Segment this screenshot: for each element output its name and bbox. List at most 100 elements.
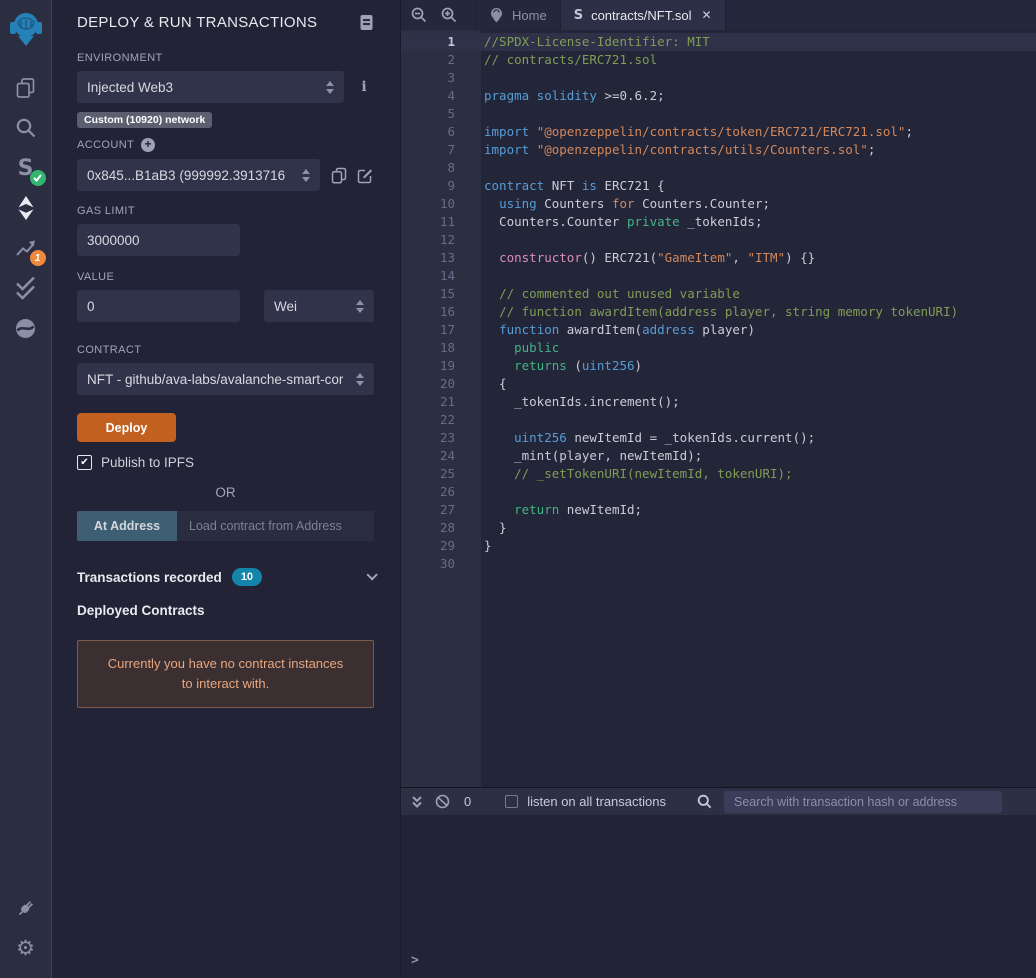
code-line[interactable]: 11 Counters.Counter private _tokenIds; bbox=[401, 213, 1036, 231]
settings-icon[interactable]: ⚙ bbox=[0, 928, 52, 968]
line-number[interactable]: 28 bbox=[401, 519, 481, 537]
clear-console-icon[interactable] bbox=[435, 794, 450, 809]
line-number[interactable]: 4 bbox=[401, 87, 481, 105]
code-line[interactable]: 19 returns (uint256) bbox=[401, 357, 1036, 375]
line-number[interactable]: 26 bbox=[401, 483, 481, 501]
line-number[interactable]: 2 bbox=[401, 51, 481, 69]
code-line[interactable]: 23 uint256 newItemId = _tokenIds.current… bbox=[401, 429, 1036, 447]
line-number[interactable]: 15 bbox=[401, 285, 481, 303]
copy-account-icon[interactable] bbox=[331, 167, 347, 184]
publish-to-ipfs-label: Publish to IPFS bbox=[101, 455, 194, 470]
code-line[interactable]: 7import "@openzeppelin/contracts/utils/C… bbox=[401, 141, 1036, 159]
line-number[interactable]: 23 bbox=[401, 429, 481, 447]
code-line[interactable]: 26 bbox=[401, 483, 1036, 501]
editor-area: Home S contracts/NFT.sol ✕ 1//SPDX-Licen… bbox=[400, 0, 1036, 978]
line-number[interactable]: 7 bbox=[401, 141, 481, 159]
contract-select[interactable]: NFT - github/ava-labs/avalanche-smart-co… bbox=[77, 363, 374, 395]
account-select[interactable]: 0x845...B1aB3 (999992.3913716 bbox=[77, 159, 320, 191]
line-number[interactable]: 21 bbox=[401, 393, 481, 411]
value-input[interactable] bbox=[77, 290, 240, 322]
code-line[interactable]: 27 return newItemId; bbox=[401, 501, 1036, 519]
code-line[interactable]: 9contract NFT is ERC721 { bbox=[401, 177, 1036, 195]
code-line[interactable]: 12 bbox=[401, 231, 1036, 249]
terminal-search-input[interactable] bbox=[724, 791, 1002, 813]
line-number[interactable]: 18 bbox=[401, 339, 481, 357]
code-line[interactable]: 2// contracts/ERC721.sol bbox=[401, 51, 1036, 69]
transactions-recorded-row[interactable]: Transactions recorded 10 bbox=[77, 568, 374, 586]
code-line[interactable]: 25 // _setTokenURI(newItemId, tokenURI); bbox=[401, 465, 1036, 483]
plugin-manager-icon[interactable] bbox=[0, 888, 52, 928]
line-number[interactable]: 22 bbox=[401, 411, 481, 429]
publish-to-ipfs-checkbox[interactable] bbox=[77, 455, 92, 470]
code-line[interactable]: 13 constructor() ERC721("GameItem", "ITM… bbox=[401, 249, 1036, 267]
code-line[interactable]: 8 bbox=[401, 159, 1036, 177]
line-number[interactable]: 16 bbox=[401, 303, 481, 321]
unit-testing-icon[interactable] bbox=[0, 268, 52, 308]
sign-message-icon[interactable] bbox=[357, 167, 374, 184]
code-line[interactable]: 14 bbox=[401, 267, 1036, 285]
analytics-icon[interactable]: 1 bbox=[0, 228, 52, 268]
file-explorer-icon[interactable] bbox=[0, 68, 52, 108]
line-number[interactable]: 10 bbox=[401, 195, 481, 213]
at-address-button[interactable]: At Address bbox=[77, 511, 177, 541]
line-number[interactable]: 12 bbox=[401, 231, 481, 249]
line-number[interactable]: 6 bbox=[401, 123, 481, 141]
line-number[interactable]: 20 bbox=[401, 375, 481, 393]
close-tab-icon[interactable]: ✕ bbox=[701, 8, 711, 22]
add-account-icon[interactable]: + bbox=[141, 138, 155, 152]
code-line[interactable]: 21 _tokenIds.increment(); bbox=[401, 393, 1036, 411]
line-number[interactable]: 13 bbox=[401, 249, 481, 267]
tab-contracts-nft-sol[interactable]: S contracts/NFT.sol ✕ bbox=[561, 0, 726, 30]
code-line[interactable]: 3 bbox=[401, 69, 1036, 87]
line-number[interactable]: 30 bbox=[401, 555, 481, 573]
line-number[interactable]: 17 bbox=[401, 321, 481, 339]
line-number[interactable]: 5 bbox=[401, 105, 481, 123]
line-number[interactable]: 1 bbox=[401, 33, 481, 51]
line-number[interactable]: 29 bbox=[401, 537, 481, 555]
deploy-run-icon[interactable] bbox=[0, 188, 52, 228]
expand-terminal-icon[interactable] bbox=[411, 795, 423, 809]
terminal-output[interactable]: > bbox=[401, 815, 1036, 978]
line-number[interactable]: 8 bbox=[401, 159, 481, 177]
line-number[interactable]: 25 bbox=[401, 465, 481, 483]
code-line[interactable]: 5 bbox=[401, 105, 1036, 123]
code-line[interactable]: 15 // commented out unused variable bbox=[401, 285, 1036, 303]
select-arrows-icon bbox=[326, 81, 334, 94]
code-line[interactable]: 10 using Counters for Counters.Counter; bbox=[401, 195, 1036, 213]
value-unit-select[interactable]: Wei bbox=[264, 290, 374, 322]
line-number[interactable]: 24 bbox=[401, 447, 481, 465]
code-line[interactable]: 30 bbox=[401, 555, 1036, 573]
debugger-icon[interactable] bbox=[0, 308, 52, 348]
search-icon[interactable] bbox=[0, 108, 52, 148]
zoom-in-icon[interactable] bbox=[431, 0, 467, 30]
line-number[interactable]: 27 bbox=[401, 501, 481, 519]
tab-home[interactable]: Home bbox=[475, 0, 561, 30]
line-number[interactable]: 14 bbox=[401, 267, 481, 285]
code-line[interactable]: 1//SPDX-License-Identifier: MIT bbox=[401, 33, 1036, 51]
line-number[interactable]: 3 bbox=[401, 69, 481, 87]
deploy-button[interactable]: Deploy bbox=[77, 413, 176, 442]
code-line[interactable]: 24 _mint(player, newItemId); bbox=[401, 447, 1036, 465]
code-line[interactable]: 28 } bbox=[401, 519, 1036, 537]
code-line[interactable]: 20 { bbox=[401, 375, 1036, 393]
remix-logo[interactable] bbox=[0, 2, 52, 54]
code-line[interactable]: 18 public bbox=[401, 339, 1036, 357]
listen-transactions-checkbox[interactable] bbox=[505, 795, 518, 808]
line-number[interactable]: 9 bbox=[401, 177, 481, 195]
line-number[interactable]: 19 bbox=[401, 357, 481, 375]
code-line[interactable]: 4pragma solidity >=0.6.2; bbox=[401, 87, 1036, 105]
environment-info-icon[interactable]: i bbox=[354, 79, 374, 95]
chevron-down-icon[interactable] bbox=[366, 569, 377, 580]
environment-select[interactable]: Injected Web3 bbox=[77, 71, 344, 103]
solidity-compiler-icon[interactable]: S bbox=[0, 148, 52, 188]
code-line[interactable]: 17 function awardItem(address player) bbox=[401, 321, 1036, 339]
code-line[interactable]: 16 // function awardItem(address player,… bbox=[401, 303, 1036, 321]
gas-limit-input[interactable] bbox=[77, 224, 240, 256]
documentation-icon[interactable] bbox=[359, 14, 374, 31]
code-line[interactable]: 29} bbox=[401, 537, 1036, 555]
code-line[interactable]: 22 bbox=[401, 411, 1036, 429]
code-line[interactable]: 6import "@openzeppelin/contracts/token/E… bbox=[401, 123, 1036, 141]
at-address-input[interactable] bbox=[177, 511, 374, 541]
line-number[interactable]: 11 bbox=[401, 213, 481, 231]
code-editor[interactable]: 1//SPDX-License-Identifier: MIT2// contr… bbox=[401, 30, 1036, 787]
